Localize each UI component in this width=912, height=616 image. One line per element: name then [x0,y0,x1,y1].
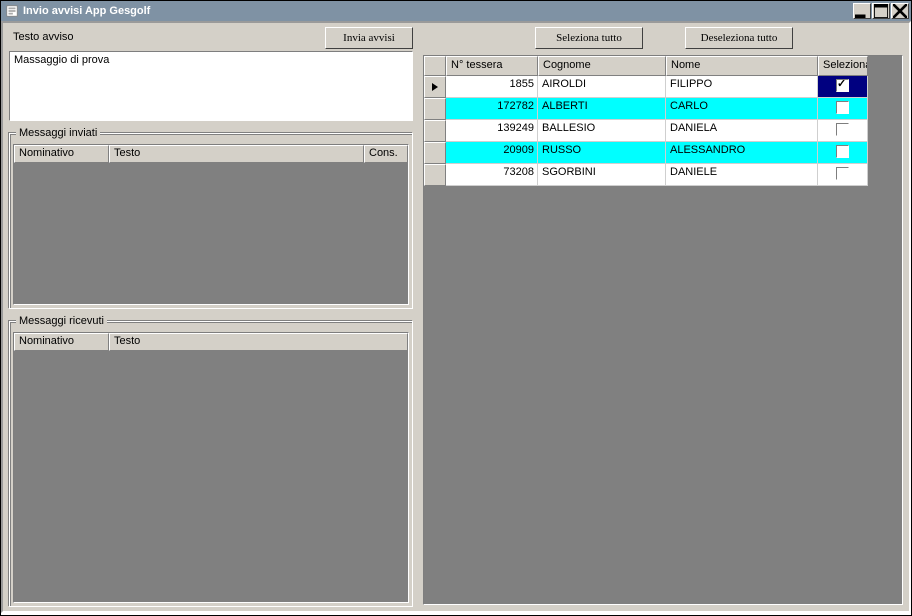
cell-seleziona[interactable] [818,164,868,186]
cell-tessera[interactable]: 139249 [446,120,538,142]
table-row[interactable]: 73208SGORBINIDANIELE [424,164,902,186]
cell-seleziona[interactable] [818,98,868,120]
select-checkbox[interactable] [836,167,849,180]
recipients-grid[interactable]: N° tessera Cognome Nome Seleziona 1855AI… [423,55,903,605]
cell-nome[interactable]: ALESSANDRO [666,142,818,164]
select-checkbox[interactable] [836,101,849,114]
cell-tessera[interactable]: 1855 [446,76,538,98]
cell-cognome[interactable]: SGORBINI [538,164,666,186]
recv-col-testo[interactable]: Testo [109,333,408,351]
table-row[interactable]: 20909RUSSOALESSANDRO [424,142,902,164]
message-text-input[interactable] [9,51,413,121]
cell-tessera[interactable]: 20909 [446,142,538,164]
sent-messages-group: Messaggi inviati Nominativo Testo Cons. [9,133,413,309]
select-checkbox[interactable] [836,123,849,136]
row-header[interactable] [424,120,446,142]
invia-avvisi-button[interactable]: Invia avvisi [325,27,413,49]
cell-cognome[interactable]: RUSSO [538,142,666,164]
grid-corner [424,56,446,76]
table-row[interactable]: 139249BALLESIODANIELA [424,120,902,142]
titlebar: Invio avvisi App Gesgolf [1,1,911,21]
maximize-button[interactable] [872,3,890,19]
cell-cognome[interactable]: BALLESIO [538,120,666,142]
current-row-icon [432,83,438,91]
row-header[interactable] [424,164,446,186]
received-messages-grid[interactable]: Nominativo Testo [13,332,409,603]
select-checkbox[interactable] [836,145,849,158]
table-row[interactable]: 172782ALBERTICARLO [424,98,902,120]
table-row[interactable]: 1855AIROLDIFILIPPO [424,76,902,98]
cell-seleziona[interactable] [818,120,868,142]
select-checkbox[interactable] [836,79,849,92]
cell-nome[interactable]: CARLO [666,98,818,120]
received-messages-legend: Messaggi ricevuti [16,315,107,327]
cell-cognome[interactable]: AIROLDI [538,76,666,98]
client-area: Testo avviso Invia avvisi Messaggi invia… [1,21,911,613]
col-seleziona[interactable]: Seleziona [818,56,868,76]
minimize-button[interactable] [853,3,871,19]
row-header[interactable] [424,142,446,164]
app-icon [5,4,19,18]
col-cognome[interactable]: Cognome [538,56,666,76]
recv-col-nominativo[interactable]: Nominativo [14,333,109,351]
received-messages-group: Messaggi ricevuti Nominativo Testo [9,321,413,607]
window-title: Invio avvisi App Gesgolf [23,5,853,17]
right-panel: Seleziona tutto Deseleziona tutto N° tes… [423,27,905,607]
testo-avviso-label: Testo avviso [13,31,74,43]
cell-seleziona[interactable] [818,142,868,164]
cell-cognome[interactable]: ALBERTI [538,98,666,120]
sent-col-nominativo[interactable]: Nominativo [14,145,109,163]
col-tessera[interactable]: N° tessera [446,56,538,76]
close-button[interactable] [891,3,909,19]
cell-tessera[interactable]: 172782 [446,98,538,120]
row-header[interactable] [424,76,446,98]
sent-col-cons[interactable]: Cons. [364,145,408,163]
sent-messages-grid[interactable]: Nominativo Testo Cons. [13,144,409,305]
cell-nome[interactable]: DANIELA [666,120,818,142]
select-all-button[interactable]: Seleziona tutto [535,27,643,49]
left-panel: Testo avviso Invia avvisi Messaggi invia… [7,27,415,607]
sent-col-testo[interactable]: Testo [109,145,364,163]
deselect-all-button[interactable]: Deseleziona tutto [685,27,793,49]
row-header[interactable] [424,98,446,120]
cell-nome[interactable]: DANIELE [666,164,818,186]
cell-nome[interactable]: FILIPPO [666,76,818,98]
col-nome[interactable]: Nome [666,56,818,76]
cell-tessera[interactable]: 73208 [446,164,538,186]
app-window: Invio avvisi App Gesgolf Testo avviso In… [0,0,912,616]
cell-seleziona[interactable] [818,76,868,98]
sent-messages-legend: Messaggi inviati [16,127,100,139]
